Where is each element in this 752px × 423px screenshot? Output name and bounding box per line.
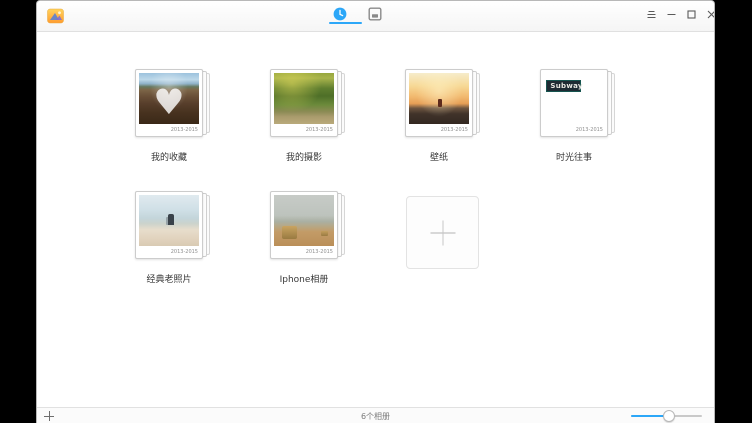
album-date-range: 2013-2015: [171, 249, 198, 255]
album-name[interactable]: 壁纸: [390, 150, 488, 163]
plus-icon: [430, 220, 455, 245]
album-card-wallpaper[interactable]: 2013-2015 壁纸: [405, 69, 481, 137]
album-polaroid[interactable]: ♥ 2013-2015: [135, 69, 203, 137]
album-thumbnail-stack[interactable]: Subway 2013-2015: [540, 69, 616, 137]
album-card-my-photography[interactable]: 2013-2015 我的摄影: [270, 69, 346, 137]
album-thumbnail-stack[interactable]: 2013-2015: [270, 191, 346, 259]
album-thumbnail-stack[interactable]: ♥ 2013-2015: [135, 69, 211, 137]
title-bar[interactable]: [37, 1, 714, 32]
album-name[interactable]: Iphone相册: [255, 272, 353, 285]
album-cover-photo: [274, 195, 334, 246]
album-card-classic-old-photos[interactable]: 2013-2015 经典老照片: [135, 191, 211, 259]
active-tab-underline: [329, 22, 362, 24]
album-polaroid[interactable]: Subway 2013-2015: [540, 69, 608, 137]
maximize-icon: [686, 9, 697, 20]
album-name[interactable]: 我的摄影: [255, 150, 353, 163]
album-count-label: 6个相册: [37, 411, 714, 422]
bottom-bar: 6个相册: [37, 407, 714, 423]
window-maximize-button[interactable]: [681, 4, 701, 24]
album-polaroid[interactable]: 2013-2015: [270, 69, 338, 137]
album-cover-photo: ♥: [139, 73, 199, 124]
album-name[interactable]: 时光往事: [525, 150, 623, 163]
favorites-heart-icon: ♥: [139, 78, 199, 124]
album-cover-photo: [409, 73, 469, 124]
album-date-range: 2013-2015: [306, 249, 333, 255]
albums-tab-album-book-icon[interactable]: [368, 7, 382, 21]
album-date-range: 2013-2015: [576, 127, 603, 133]
timeline-tab-clock-icon[interactable]: [333, 7, 347, 21]
album-card-old-times[interactable]: Subway 2013-2015 时光往事: [540, 69, 616, 137]
slider-thumb[interactable]: [663, 410, 675, 422]
album-date-range: 2013-2015: [306, 127, 333, 133]
album-card-iphone[interactable]: 2013-2015 Iphone相册: [270, 191, 346, 259]
album-polaroid[interactable]: 2013-2015: [405, 69, 473, 137]
album-cover-photo: Subway: [544, 73, 604, 124]
add-album-tile[interactable]: [406, 196, 479, 269]
album-name[interactable]: 经典老照片: [120, 272, 218, 285]
album-polaroid[interactable]: 2013-2015: [270, 191, 338, 259]
album-polaroid[interactable]: 2013-2015: [135, 191, 203, 259]
image-viewer-app-icon: [47, 8, 64, 25]
menu-icon: [646, 9, 657, 20]
window-close-button[interactable]: [701, 4, 715, 24]
album-date-range: 2013-2015: [441, 127, 468, 133]
app-window: ♥ 2013-2015 我的收藏 2013-2015 我的摄影: [36, 0, 715, 423]
window-menu-button[interactable]: [641, 4, 661, 24]
subway-sign: Subway: [546, 80, 581, 92]
album-card-favorites[interactable]: ♥ 2013-2015 我的收藏: [135, 69, 211, 137]
album-thumbnail-stack[interactable]: 2013-2015: [405, 69, 481, 137]
minimize-icon: [666, 9, 677, 20]
thumbnail-zoom-slider[interactable]: [631, 408, 702, 423]
album-thumbnail-stack[interactable]: 2013-2015: [270, 69, 346, 137]
album-cover-photo: [139, 195, 199, 246]
album-date-range: 2013-2015: [171, 127, 198, 133]
album-name[interactable]: 我的收藏: [120, 150, 218, 163]
album-thumbnail-stack[interactable]: 2013-2015: [135, 191, 211, 259]
close-icon: [706, 9, 716, 20]
album-cover-photo: [274, 73, 334, 124]
window-minimize-button[interactable]: [661, 4, 681, 24]
